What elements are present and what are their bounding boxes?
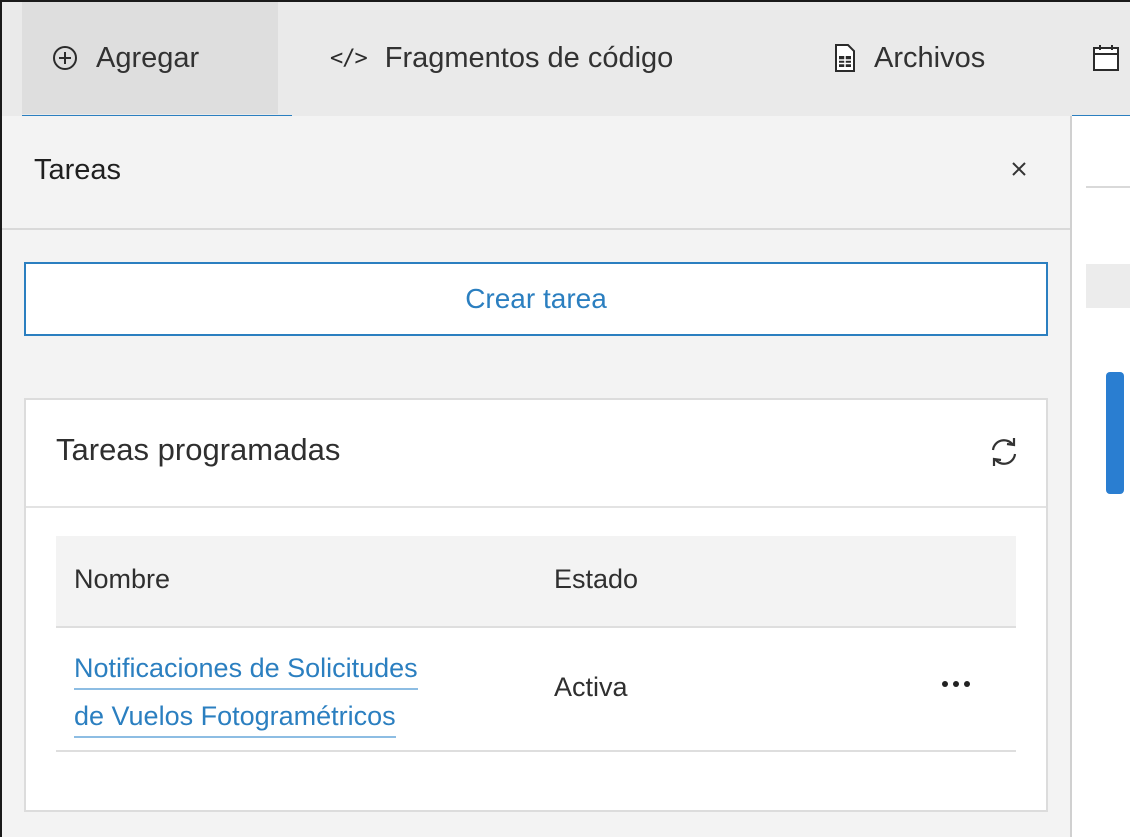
plus-circle-icon (52, 45, 78, 71)
task-name-line2: de Vuelos Fotogramétricos (74, 696, 396, 738)
toolbar-calendar-button[interactable] (1092, 2, 1120, 114)
column-header-name: Nombre (74, 564, 171, 594)
toolbar-snippets-label: Fragmentos de código (384, 41, 674, 74)
refresh-icon (986, 434, 1022, 470)
task-status: Activa (554, 672, 628, 702)
card-title: Tareas programadas (56, 432, 341, 467)
toolbar-files-label: Archivos (874, 41, 986, 74)
task-name-link[interactable]: Notificaciones de Solicitudes de Vuelos … (74, 644, 418, 740)
close-button[interactable] (1004, 154, 1034, 184)
file-icon (834, 44, 856, 72)
task-name-line1: Notificaciones de Solicitudes (74, 648, 418, 690)
table-header: Nombre Estado (56, 536, 1016, 628)
code-icon: </> (330, 45, 368, 71)
tasks-table: Nombre Estado Notificaciones de Solicitu… (56, 536, 1016, 752)
toolbar-add-button[interactable]: Agregar (22, 2, 278, 114)
more-horizontal-icon (941, 680, 971, 688)
table-row: Notificaciones de Solicitudes de Vuelos … (56, 628, 1016, 752)
refresh-button[interactable] (984, 432, 1024, 472)
panel-title: Tareas (34, 154, 122, 186)
toolbar-snippets-button[interactable]: </> Fragmentos de código (330, 2, 673, 114)
card-header: Tareas programadas (26, 400, 1046, 508)
content-divider (1086, 186, 1130, 188)
panel-header: Tareas (2, 116, 1070, 230)
create-task-button[interactable]: Crear tarea (24, 262, 1048, 336)
main-content-area (1072, 116, 1130, 837)
row-actions-button[interactable] (938, 666, 974, 702)
toolbar-files-button[interactable]: Archivos (834, 2, 985, 114)
calendar-icon (1092, 44, 1120, 72)
content-toolbar (1086, 264, 1130, 308)
scheduled-tasks-card: Tareas programadas Nombre Estado Notific… (24, 398, 1048, 812)
close-icon (1011, 161, 1027, 177)
scroll-indicator[interactable] (1106, 372, 1124, 494)
toolbar-add-label: Agregar (96, 41, 200, 74)
toolbar: Agregar </> Fragmentos de código Archivo… (2, 2, 1130, 118)
column-header-status: Estado (554, 564, 639, 594)
tasks-panel: Tareas Crear tarea Tareas programadas No… (2, 116, 1070, 837)
